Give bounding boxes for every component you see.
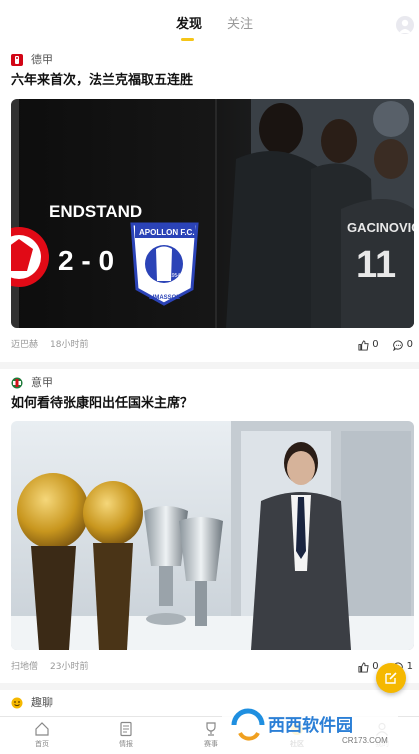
jersey-number: 11 — [356, 244, 396, 286]
chat-emoji-icon — [11, 697, 23, 709]
league-name: 意甲 — [31, 376, 53, 389]
tab-follow[interactable]: 关注 — [227, 16, 253, 34]
nav-label: 首页 — [35, 740, 49, 748]
jersey-name: GACINOVIĆ — [347, 220, 414, 235]
watermark-logo: 西西软件园 CR173.COM — [222, 703, 398, 747]
svg-text:1954: 1954 — [169, 273, 180, 279]
like-count: 0 — [372, 339, 379, 350]
home-icon — [35, 722, 49, 736]
post-meta: 扫地僧 23小时前 — [11, 661, 88, 673]
post-meta: 迈巴赫 18小时前 — [11, 339, 88, 351]
post-title[interactable]: 六年来首次，法兰克福取五连胜 — [11, 72, 193, 90]
thumbs-up-icon — [358, 661, 369, 673]
nav-home[interactable]: 首页 — [17, 721, 67, 749]
post-divider — [0, 362, 419, 369]
league-name: 德甲 — [31, 53, 53, 66]
league-row: 德甲 — [11, 53, 53, 67]
top-bar: 发现 关注 — [0, 0, 419, 44]
site-logo: 西西软件园 CR173.COM — [222, 703, 398, 747]
post-stats: 0 0 — [358, 339, 413, 351]
comment-count: 0 — [406, 339, 413, 350]
trophy-icon — [206, 722, 216, 736]
thumbs-up-icon — [358, 339, 369, 351]
comment-icon — [392, 339, 403, 351]
svg-text:CR173.COM: CR173.COM — [342, 736, 388, 745]
post-card[interactable]: 意甲 如何看待张康阳出任国米主席？ 扫地僧 23小时前 0 1 — [0, 369, 419, 681]
edit-icon — [385, 672, 397, 684]
tab-discover[interactable]: 发现 — [176, 16, 202, 34]
league-row: 意甲 — [11, 376, 53, 390]
match-score: 2 - 0 — [58, 245, 114, 276]
nav-label: 情报 — [119, 740, 133, 748]
post-time: 18小时前 — [50, 340, 89, 350]
user-icon — [399, 19, 411, 33]
league-row: 趣聊 — [11, 696, 53, 710]
nav-intel[interactable]: 情报 — [101, 721, 151, 749]
serie-a-icon — [11, 377, 23, 389]
match-result-image: GACINOVIĆ 11 ENDSTAND 2 - 0 APOLLON F.C.… — [11, 99, 414, 328]
away-club-badge: APOLLON F.C. 1954 LIMASSOL — [130, 222, 199, 306]
avatar[interactable] — [396, 16, 414, 34]
bundesliga-icon — [11, 54, 23, 66]
post-image[interactable] — [11, 421, 414, 650]
like-button[interactable]: 0 — [358, 661, 379, 673]
comment-button[interactable]: 0 — [392, 339, 413, 351]
document-icon — [120, 721, 132, 737]
scoreboard-label: ENDSTAND — [49, 202, 142, 221]
post-title[interactable]: 如何看待张康阳出任国米主席？ — [11, 395, 193, 413]
post-time: 23小时前 — [50, 662, 89, 672]
comment-count: 1 — [406, 661, 413, 672]
active-tab-indicator — [181, 38, 194, 41]
like-button[interactable]: 0 — [358, 339, 379, 351]
post-divider — [0, 683, 419, 690]
svg-text:APOLLON F.C.: APOLLON F.C. — [139, 228, 195, 237]
post-author[interactable]: 扫地僧 — [11, 661, 38, 673]
post-image[interactable]: GACINOVIĆ 11 ENDSTAND 2 - 0 APOLLON F.C.… — [11, 99, 414, 328]
post-author[interactable]: 迈巴赫 — [11, 339, 38, 351]
league-name: 趣聊 — [31, 696, 53, 709]
post-card[interactable]: 德甲 六年来首次，法兰克福取五连胜 GACINOVIĆ 11 ENDSTAND … — [0, 44, 419, 360]
compose-button[interactable] — [376, 663, 406, 693]
trophy-room-image — [11, 421, 414, 650]
svg-text:LIMASSOL: LIMASSOL — [149, 295, 180, 301]
svg-text:西西软件园: 西西软件园 — [268, 715, 353, 736]
